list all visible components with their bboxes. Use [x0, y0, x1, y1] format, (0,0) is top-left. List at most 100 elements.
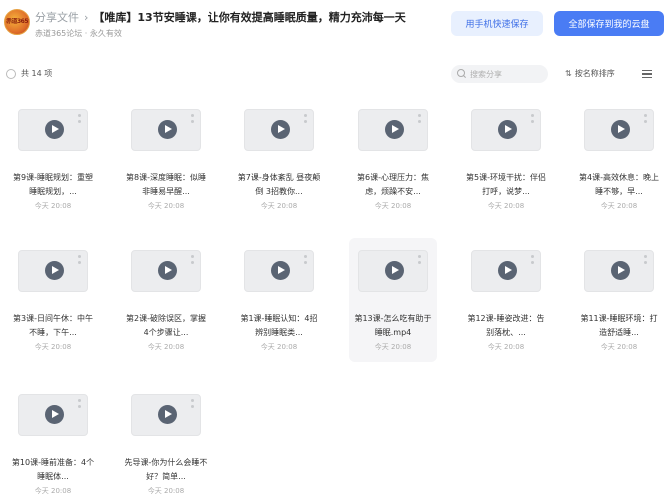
thumbnail-dots-icon [78, 255, 81, 258]
file-card[interactable]: 第12课-睡姿改进：告别落枕、... 今天 20:08 [462, 238, 550, 362]
file-date: 今天 20:08 [374, 202, 412, 210]
play-icon [385, 120, 404, 139]
play-icon [611, 261, 630, 280]
file-date: 今天 20:08 [374, 343, 412, 351]
thumbnail-dots-icon [644, 114, 647, 117]
breadcrumb-root[interactable]: 分享文件 [35, 9, 79, 25]
play-icon [158, 405, 177, 424]
sort-label: 按名称排序 [574, 69, 615, 78]
file-date: 今天 20:08 [487, 343, 525, 351]
play-icon [271, 120, 290, 139]
file-date: 今天 20:08 [600, 343, 638, 351]
search-box[interactable] [451, 65, 548, 83]
file-date: 今天 20:08 [600, 202, 638, 210]
sharer-avatar[interactable]: 赤道365论坛 [4, 9, 30, 35]
file-name[interactable]: 第11课-睡眠环境：打造舒适睡... [577, 312, 661, 340]
video-thumbnail[interactable] [131, 250, 201, 292]
view-menu-icon[interactable] [642, 70, 652, 78]
breadcrumb: 分享文件 › 【唯库】13节安睡课，让你有效提高睡眠质量，精力充沛每一天 [35, 9, 406, 25]
video-thumbnail[interactable] [358, 250, 428, 292]
video-thumbnail[interactable] [18, 394, 88, 436]
video-thumbnail[interactable] [131, 394, 201, 436]
search-input[interactable] [470, 69, 540, 79]
file-name[interactable]: 第10课-睡前准备：4个睡眠体... [11, 456, 95, 484]
file-name[interactable]: 第6课-心理压力：焦虑，烦躁不安... [351, 171, 435, 199]
video-thumbnail[interactable] [584, 109, 654, 151]
file-card[interactable]: 第3课-日间午休：中午不睡，下午... 今天 20:08 [9, 238, 97, 362]
file-date: 今天 20:08 [487, 202, 525, 210]
file-name[interactable]: 第5课-环境干扰：伴侣打呼，说梦... [464, 171, 548, 199]
thumbnail-dots-icon [644, 255, 647, 258]
file-card[interactable]: 先导课-你为什么会睡不好？简单... 今天 20:08 [122, 382, 210, 500]
avatar-logo-text: 赤道365论坛 [6, 18, 29, 25]
toolbar: 共 14 项 ⇅ 按名称排序 [0, 62, 666, 88]
file-card[interactable]: 第10课-睡前准备：4个睡眠体... 今天 20:08 [9, 382, 97, 500]
save-all-button[interactable]: 全部保存到我的云盘 [554, 11, 664, 36]
file-name[interactable]: 第2课-破除误区，掌握4个步骤让... [124, 312, 208, 340]
play-icon [45, 120, 64, 139]
file-date: 今天 20:08 [260, 202, 298, 210]
file-date: 今天 20:08 [34, 343, 72, 351]
thumbnail-dots-icon [304, 255, 307, 258]
video-thumbnail[interactable] [18, 109, 88, 151]
breadcrumb-chevron-icon: › [84, 10, 89, 24]
file-name[interactable]: 第9课-睡眠规划：重塑睡眠规划，... [11, 171, 95, 199]
video-thumbnail[interactable] [244, 109, 314, 151]
thumbnail-dots-icon [418, 114, 421, 117]
thumbnail-dots-icon [304, 114, 307, 117]
play-icon [385, 261, 404, 280]
thumbnail-dots-icon [191, 255, 194, 258]
file-date: 今天 20:08 [260, 343, 298, 351]
file-date: 今天 20:08 [147, 487, 185, 495]
video-thumbnail[interactable] [471, 109, 541, 151]
file-card[interactable]: 第11课-睡眠环境：打造舒适睡... 今天 20:08 [575, 238, 663, 362]
sort-icon: ⇅ [565, 69, 572, 78]
page-title: 【唯库】13节安睡课，让你有效提高睡眠质量，精力充沛每一天 [93, 11, 406, 24]
file-card[interactable]: 第13课-怎么吃有助于睡眠.mp4 今天 20:08 [349, 238, 437, 362]
phone-save-button[interactable]: 用手机快速保存 [451, 11, 543, 36]
file-card[interactable]: 第5课-环境干扰：伴侣打呼，说梦... 今天 20:08 [462, 97, 550, 221]
select-all-checkbox[interactable] [6, 69, 16, 79]
play-icon [611, 120, 630, 139]
file-name[interactable]: 第12课-睡姿改进：告别落枕、... [464, 312, 548, 340]
file-card[interactable]: 第1课-睡眠认知：4招辨别睡眠类... 今天 20:08 [235, 238, 323, 362]
play-icon [45, 261, 64, 280]
share-meta: 赤道365论坛 · 永久有效 [35, 29, 122, 38]
play-icon [158, 261, 177, 280]
file-card[interactable]: 第7课-身体紊乱 昼夜颠倒 3招教你... 今天 20:08 [235, 97, 323, 221]
file-name[interactable]: 第3课-日间午休：中午不睡，下午... [11, 312, 95, 340]
file-name[interactable]: 第1课-睡眠认知：4招辨别睡眠类... [237, 312, 321, 340]
video-thumbnail[interactable] [358, 109, 428, 151]
thumbnail-dots-icon [78, 399, 81, 402]
item-count: 共 14 项 [21, 69, 53, 78]
search-icon [457, 69, 467, 79]
video-thumbnail[interactable] [471, 250, 541, 292]
file-card[interactable]: 第8课-深度睡眠：似睡非睡易早醒... 今天 20:08 [122, 97, 210, 221]
file-card[interactable]: 第9课-睡眠规划：重塑睡眠规划，... 今天 20:08 [9, 97, 97, 221]
file-date: 今天 20:08 [34, 202, 72, 210]
file-date: 今天 20:08 [147, 202, 185, 210]
play-icon [498, 120, 517, 139]
file-date: 今天 20:08 [147, 343, 185, 351]
file-name[interactable]: 第13课-怎么吃有助于睡眠.mp4 [351, 312, 435, 340]
sort-button[interactable]: ⇅ 按名称排序 [565, 68, 615, 79]
thumbnail-dots-icon [191, 399, 194, 402]
play-icon [158, 120, 177, 139]
play-icon [498, 261, 517, 280]
file-card[interactable]: 第4课-高效休息：晚上睡不够，早... 今天 20:08 [575, 97, 663, 221]
header: 赤道365论坛 分享文件 › 【唯库】13节安睡课，让你有效提高睡眠质量，精力充… [0, 0, 666, 50]
video-thumbnail[interactable] [131, 109, 201, 151]
file-name[interactable]: 第7课-身体紊乱 昼夜颠倒 3招教你... [237, 171, 321, 199]
video-thumbnail[interactable] [584, 250, 654, 292]
thumbnail-dots-icon [418, 255, 421, 258]
file-name[interactable]: 第8课-深度睡眠：似睡非睡易早醒... [124, 171, 208, 199]
file-date: 今天 20:08 [34, 487, 72, 495]
file-name[interactable]: 先导课-你为什么会睡不好？简单... [124, 456, 208, 484]
thumbnail-dots-icon [78, 114, 81, 117]
play-icon [271, 261, 290, 280]
video-thumbnail[interactable] [18, 250, 88, 292]
file-card[interactable]: 第2课-破除误区，掌握4个步骤让... 今天 20:08 [122, 238, 210, 362]
file-name[interactable]: 第4课-高效休息：晚上睡不够，早... [577, 171, 661, 199]
video-thumbnail[interactable] [244, 250, 314, 292]
file-card[interactable]: 第6课-心理压力：焦虑，烦躁不安... 今天 20:08 [349, 97, 437, 221]
